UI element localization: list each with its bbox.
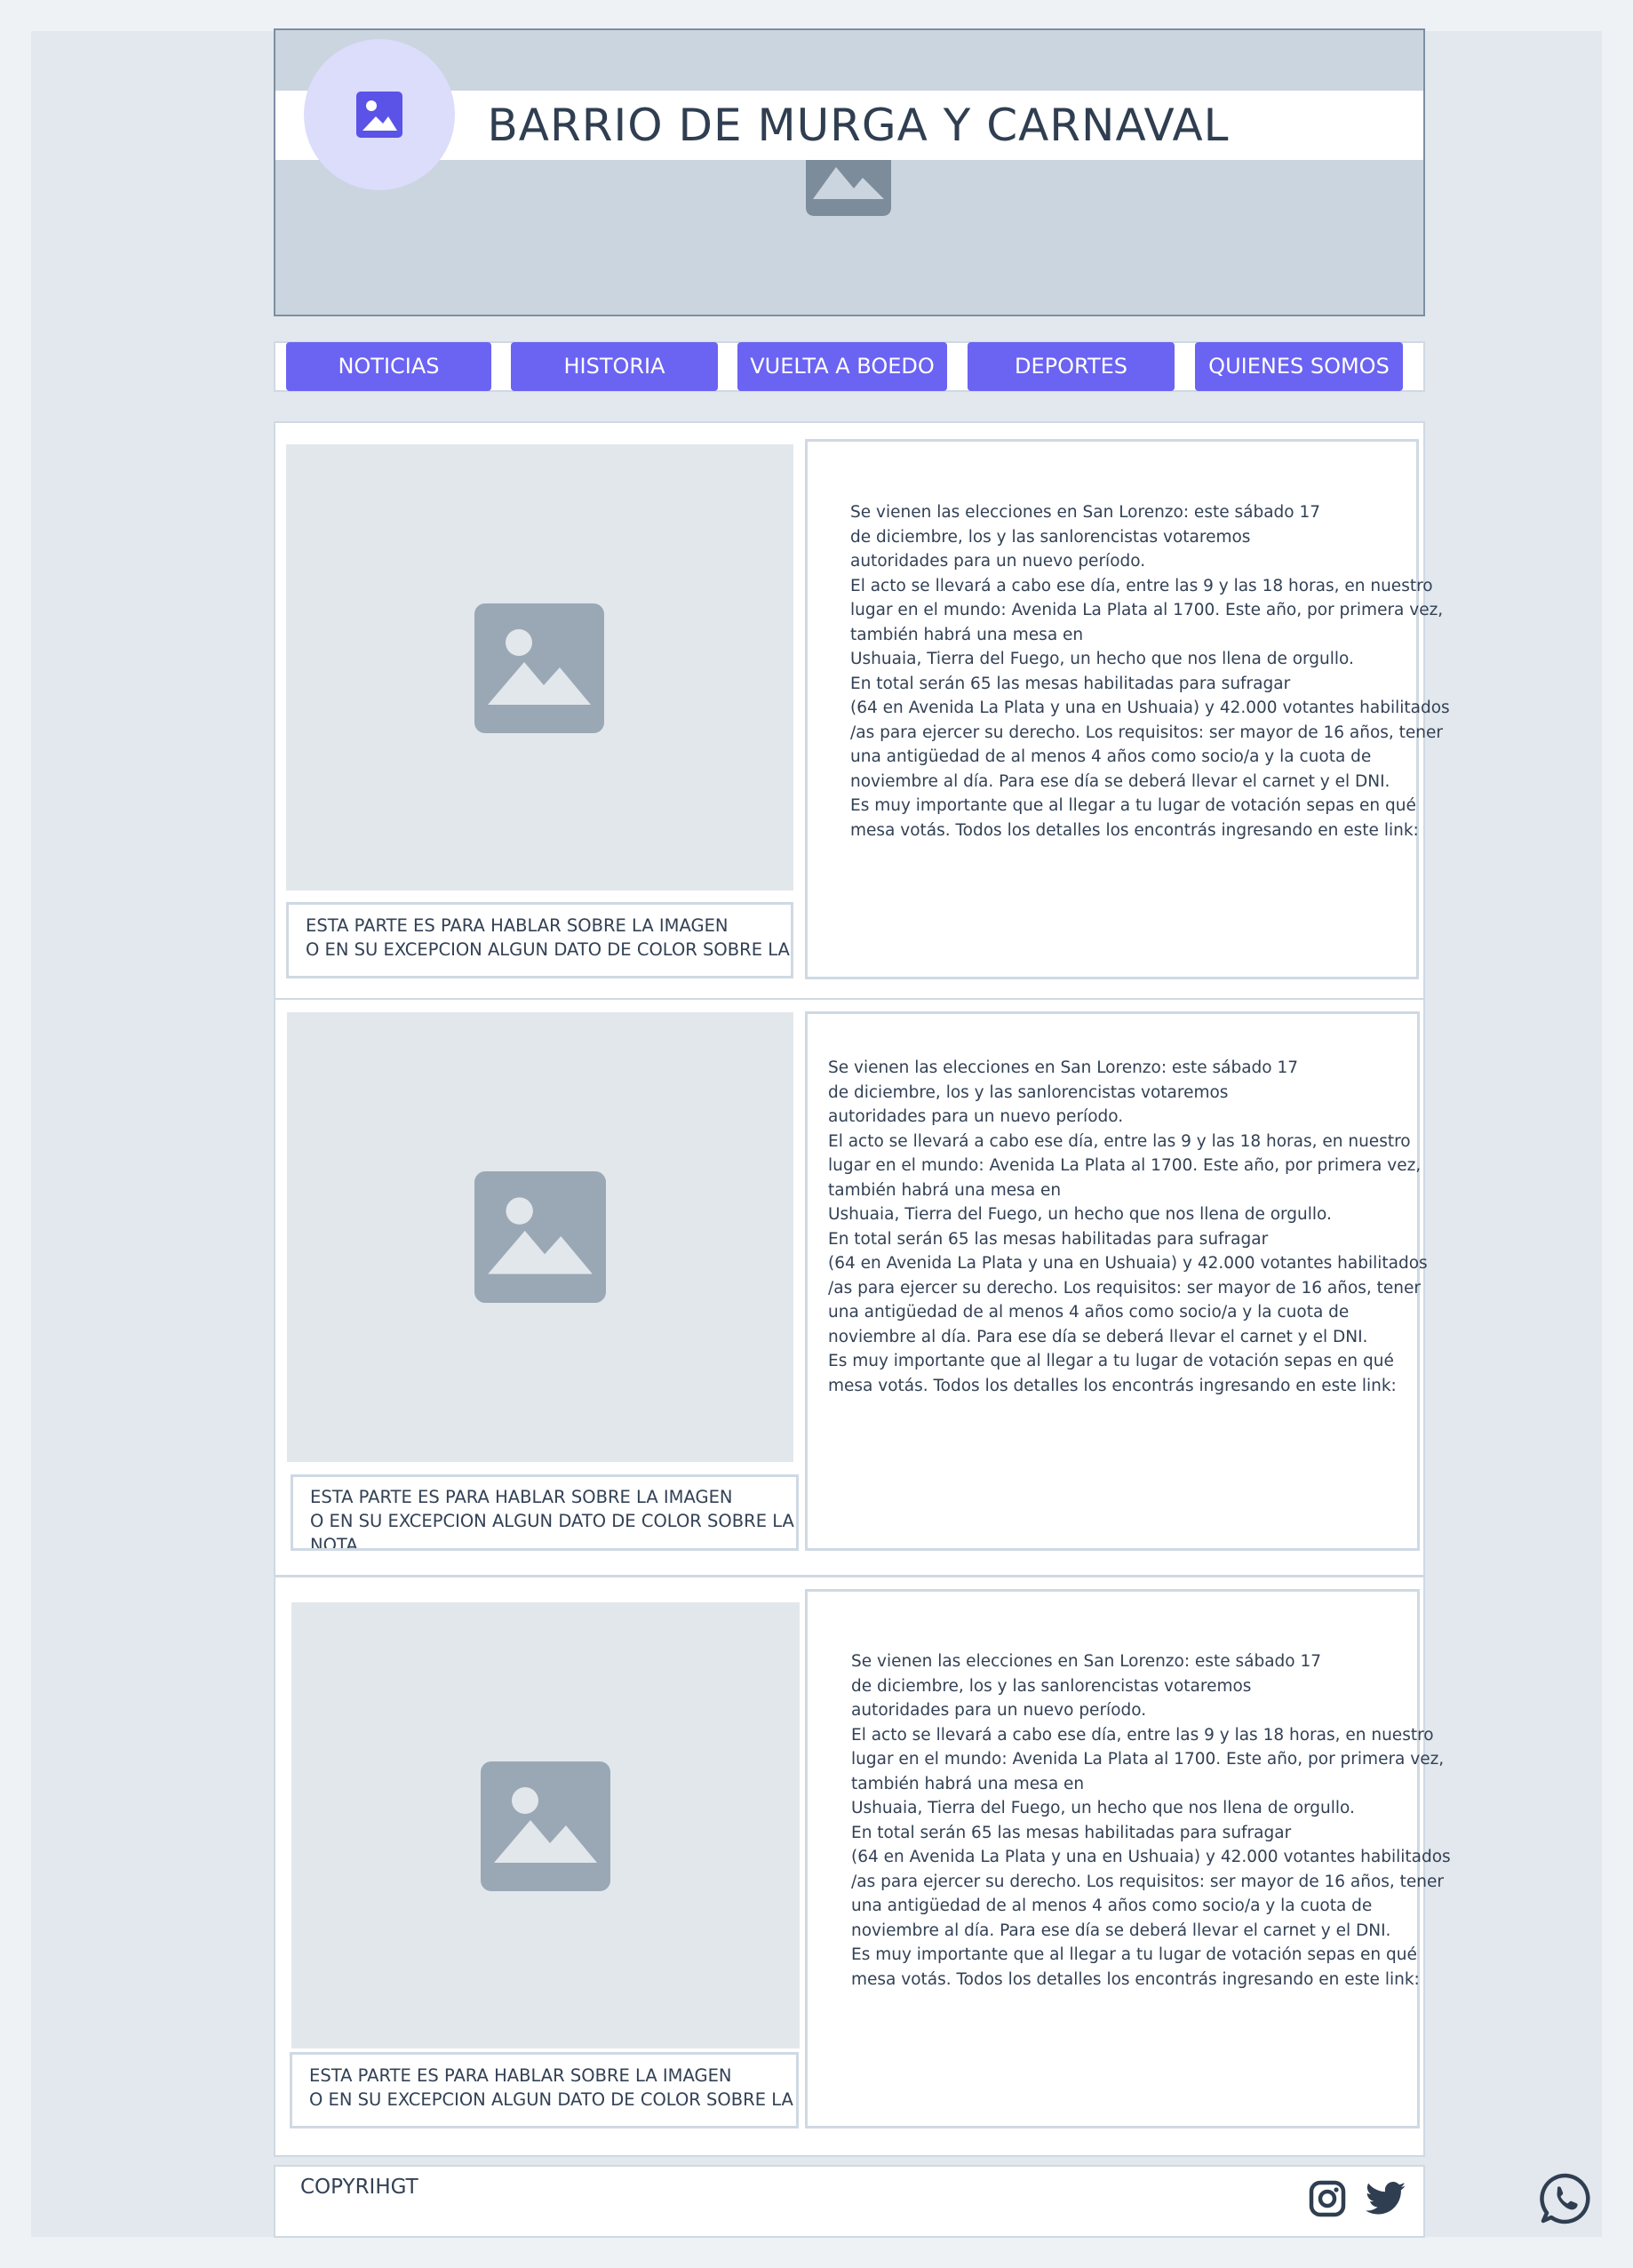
whatsapp-icon[interactable]: [1539, 2172, 1592, 2225]
text-line: mesa votás. Todos los detalles los encon…: [851, 1969, 1420, 1989]
text-line: una antigüedad de al menos 4 años como s…: [828, 1303, 1350, 1322]
article-body: Se vienen las elecciones en San Lorenzo:…: [851, 1649, 1451, 1992]
text-line: autoridades para un nuevo período.: [828, 1107, 1124, 1126]
image-caption: ESTA PARTE ES PARA HABLAR SOBRE LA IMAGE…: [291, 1474, 799, 1551]
caption-line: ESTA PARTE ES PARA HABLAR SOBRE LA IMAGE…: [309, 2065, 732, 2086]
caption-line: O EN SU EXCEPCION ALGUN DATO DE COLOR SO…: [306, 939, 793, 960]
text-line: Ushuaia, Tierra del Fuego, un hecho que …: [851, 1799, 1355, 1817]
nav-historia[interactable]: HISTORIA: [511, 342, 718, 391]
text-line: /as para ejercer su derecho. Los requisi…: [850, 723, 1444, 742]
text-line: En total serán 65 las mesas habilitadas …: [850, 674, 1291, 693]
page-title: BARRIO DE MURGA Y CARNAVAL: [487, 100, 1230, 151]
text-line: En total serán 65 las mesas habilitadas …: [828, 1229, 1269, 1249]
text-line: noviembre al día. Para ese día se deberá…: [850, 771, 1390, 791]
text-line: también habrá una mesa en: [828, 1180, 1062, 1200]
text-line: una antigüedad de al menos 4 años como s…: [850, 747, 1372, 766]
article-body: Se vienen las elecciones en San Lorenzo:…: [850, 500, 1450, 843]
text-line: mesa votás. Todos los detalles los encon…: [828, 1376, 1397, 1395]
image-icon: [481, 1761, 610, 1891]
text-line: El acto se llevará a cabo ese día, entre…: [851, 1725, 1434, 1745]
text-line: En total serán 65 las mesas habilitadas …: [851, 1823, 1292, 1842]
instagram-icon[interactable]: [1309, 2180, 1346, 2217]
text-line: Es muy importante que al llegar a tu lug…: [851, 1945, 1417, 1964]
image-icon: [474, 1171, 606, 1303]
text-line: (64 en Avenida La Plata y una en Ushuaia…: [851, 1848, 1451, 1866]
banner-image-icon: [806, 158, 891, 216]
footer: [274, 2165, 1425, 2238]
text-line: mesa votás. Todos los detalles los encon…: [850, 820, 1419, 840]
caption-line: ESTA PARTE ES PARA HABLAR SOBRE LA IMAGE…: [310, 1487, 733, 1507]
text-line: de diciembre, los y las sanlorencistas v…: [851, 1676, 1252, 1696]
text-line: (64 en Avenida La Plata y una en Ushuaia…: [828, 1254, 1428, 1273]
text-line: El acto se llevará a cabo ese día, entre…: [850, 576, 1433, 595]
nav-deportes[interactable]: DEPORTES: [968, 342, 1175, 391]
copyright-text: COPYRIHGT: [300, 2176, 418, 2199]
text-line: lugar en el mundo: Avenida La Plata al 1…: [828, 1156, 1422, 1175]
text-line: lugar en el mundo: Avenida La Plata al 1…: [850, 601, 1444, 619]
text-line: lugar en el mundo: Avenida La Plata al 1…: [851, 1750, 1445, 1769]
caption-line: NOTA: [310, 1535, 358, 1551]
caption-line: ESTA PARTE ES PARA HABLAR SOBRE LA IMAGE…: [306, 915, 729, 936]
twitter-icon[interactable]: [1366, 2182, 1406, 2216]
text-line: Ushuaia, Tierra del Fuego, un hecho que …: [850, 650, 1354, 668]
nav-quienes-somos[interactable]: QUIENES SOMOS: [1195, 342, 1403, 391]
article-body: Se vienen las elecciones en San Lorenzo:…: [828, 1056, 1428, 1398]
text-line: noviembre al día. Para ese día se deberá…: [828, 1327, 1368, 1346]
text-line: Es muy importante que al llegar a tu lug…: [828, 1352, 1394, 1370]
text-line: de diciembre, los y las sanlorencistas v…: [850, 527, 1251, 547]
text-line: autoridades para un nuevo período.: [851, 1701, 1147, 1720]
image-caption: ESTA PARTE ES PARA HABLAR SOBRE LA IMAGE…: [290, 2052, 799, 2128]
nav-noticias[interactable]: NOTICIAS: [286, 342, 491, 391]
text-line: Se vienen las elecciones en San Lorenzo:…: [850, 503, 1321, 522]
text-line: /as para ejercer su derecho. Los requisi…: [851, 1872, 1445, 1891]
text-line: El acto se llevará a cabo ese día, entre…: [828, 1131, 1411, 1151]
text-line: también habrá una mesa en: [851, 1774, 1085, 1793]
text-line: /as para ejercer su derecho. Los requisi…: [828, 1278, 1422, 1298]
text-line: noviembre al día. Para ese día se deberá…: [851, 1921, 1391, 1940]
text-line: de diciembre, los y las sanlorencistas v…: [828, 1082, 1229, 1102]
text-line: Se vienen las elecciones en San Lorenzo:…: [851, 1652, 1322, 1671]
image-icon: [474, 603, 604, 733]
text-line: también habrá una mesa en: [850, 625, 1084, 644]
caption-line: O EN SU EXCEPCION ALGUN DATO DE COLOR SO…: [310, 1511, 794, 1531]
image-caption: ESTA PARTE ES PARA HABLAR SOBRE LA IMAGE…: [286, 902, 793, 978]
text-line: autoridades para un nuevo período.: [850, 552, 1146, 571]
text-line: (64 en Avenida La Plata y una en Ushuaia…: [850, 699, 1450, 717]
text-line: Se vienen las elecciones en San Lorenzo:…: [828, 1058, 1299, 1077]
nav-vuelta-a-boedo[interactable]: VUELTA A BOEDO: [737, 342, 947, 391]
text-line: Ushuaia, Tierra del Fuego, un hecho que …: [828, 1205, 1332, 1224]
text-line: Es muy importante que al llegar a tu lug…: [850, 796, 1416, 815]
text-line: una antigüedad de al menos 4 años como s…: [851, 1897, 1373, 1915]
caption-line: O EN SU EXCEPCION ALGUN DATO DE COLOR SO…: [309, 2089, 799, 2110]
image-icon: [356, 92, 402, 138]
